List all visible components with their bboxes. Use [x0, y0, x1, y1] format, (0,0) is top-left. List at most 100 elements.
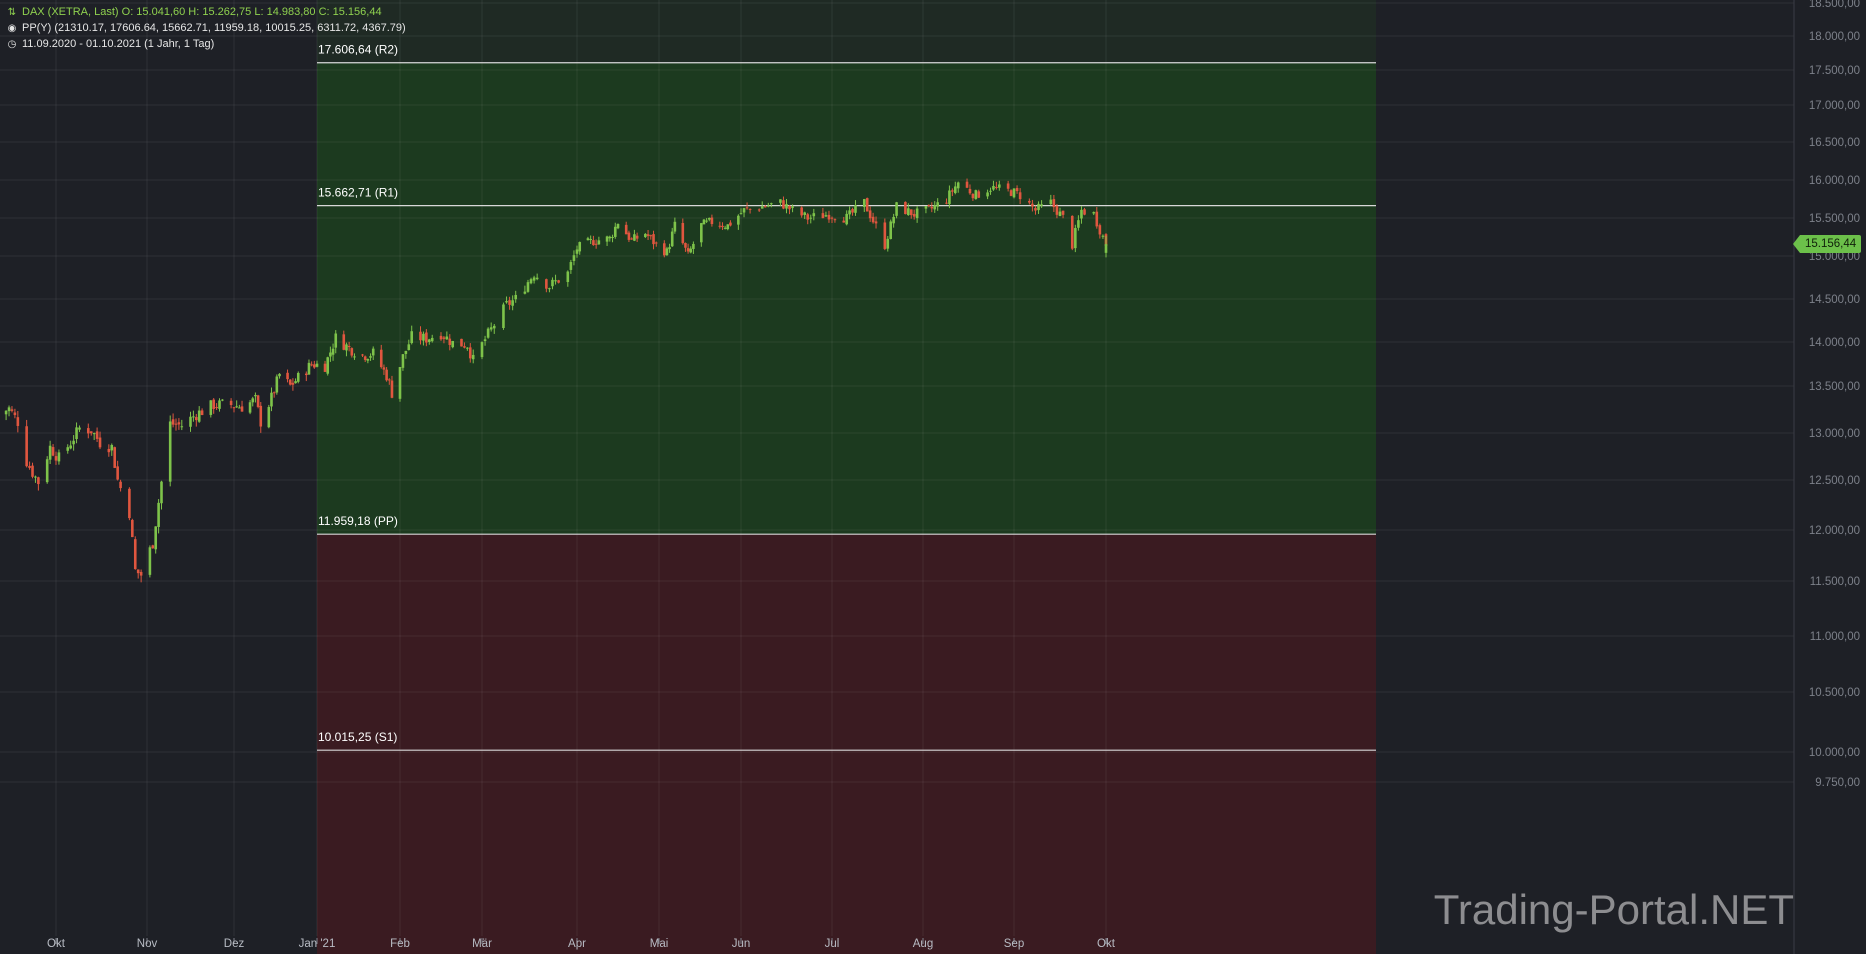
candle-body — [34, 476, 37, 478]
candle-body — [445, 336, 449, 340]
candle-body — [361, 354, 364, 356]
candle-body — [471, 354, 475, 360]
candle-body — [254, 395, 257, 397]
candle-body — [270, 392, 273, 407]
candle-body — [548, 288, 551, 290]
pivot-label-s1: 10.015,25 (S1) — [318, 730, 397, 744]
candle-body — [48, 445, 52, 460]
pivot-label-r2: 17.606,64 (R2) — [318, 43, 398, 57]
candle-body — [200, 410, 204, 416]
candle-body — [868, 210, 872, 219]
candle-body — [1012, 188, 1016, 198]
y-tick-label: 9.750,00 — [1815, 777, 1860, 789]
candle-body — [616, 224, 620, 229]
candle-body — [1083, 209, 1086, 215]
candle-body — [390, 380, 394, 398]
candle-body — [760, 206, 764, 209]
candle-body — [425, 332, 428, 343]
y-tick-label: 16.500,00 — [1809, 137, 1860, 149]
candle-body — [1028, 201, 1031, 203]
candle-body — [529, 279, 533, 284]
candle-body — [275, 376, 279, 393]
candle-body — [345, 344, 348, 351]
candle-body — [526, 282, 530, 292]
candle-body — [419, 331, 422, 341]
candle-body — [851, 209, 854, 213]
candle-body — [278, 373, 281, 377]
candle-body — [151, 545, 155, 549]
period-info[interactable]: ◷ 11.09.2020 - 01.10.2021 (1 Jahr, 1 Tag) — [6, 38, 215, 50]
candle-body — [133, 539, 137, 570]
candle-body — [953, 186, 957, 194]
candle-body — [729, 222, 732, 226]
candle-body — [904, 201, 907, 215]
zone-below-pp — [317, 534, 1376, 954]
price-chart[interactable]: 17.606,64 (R2) 15.662,71 (R1) 11.959,18 (P… — [0, 0, 1866, 954]
candle-body — [930, 206, 934, 209]
x-tick-label: Apr — [568, 938, 586, 950]
candle-body — [770, 203, 773, 205]
candle-body — [251, 398, 255, 403]
pivot-label-pp: 11.959,18 (PP) — [318, 514, 398, 528]
candle-body — [874, 221, 878, 224]
candle-body — [554, 280, 557, 282]
candle-body — [259, 405, 263, 427]
candle-body — [611, 236, 614, 238]
candle-body — [107, 448, 111, 453]
candle-body — [613, 226, 617, 237]
candle-body — [1055, 205, 1059, 215]
candle-body — [256, 395, 260, 407]
candle-body — [45, 459, 49, 483]
candle-body — [662, 243, 666, 256]
candle-body — [382, 367, 386, 370]
candle-body — [310, 364, 313, 366]
candle-body — [489, 327, 493, 330]
candle-body — [189, 416, 192, 427]
candle-body — [649, 235, 653, 237]
candle-body — [235, 406, 238, 408]
candle-body — [288, 379, 292, 385]
candle-body — [195, 417, 198, 421]
candle-body — [1009, 190, 1013, 196]
candle-body — [673, 221, 677, 232]
candle-body — [665, 248, 669, 256]
candle-body — [1018, 192, 1022, 200]
pivot-label-r1: 15.662,71 (R1) — [318, 186, 398, 200]
candle-body — [569, 262, 573, 270]
instrument-ohlc-text: DAX (XETRA, Last) O: 15.041,60 H: 15.262… — [22, 6, 382, 18]
candle-body — [806, 214, 810, 220]
candle-body — [238, 407, 241, 409]
candle-body — [809, 217, 813, 219]
price-axis[interactable]: 18.500,00 18.000,00 17.500,00 17.000,00 16.5… — [1809, 0, 1860, 789]
y-tick-label: 10.500,00 — [1809, 687, 1860, 699]
candle-body — [1037, 203, 1040, 211]
candle-body — [723, 227, 727, 229]
candle-body — [1080, 209, 1083, 219]
candle-body — [532, 277, 536, 281]
candle-body — [597, 240, 601, 245]
candle-body — [624, 224, 628, 235]
indicator-info[interactable]: ◉ PP(Y) (21310.17, 17606.64, 15662.71, 11… — [6, 22, 406, 34]
y-tick-label: 10.000,00 — [1809, 747, 1860, 759]
candle-body — [523, 291, 527, 294]
candle-body — [1092, 212, 1096, 214]
y-tick-label: 12.500,00 — [1809, 475, 1860, 487]
y-tick-label: 12.000,00 — [1809, 525, 1860, 537]
candle-body — [927, 205, 931, 207]
candle-body — [821, 213, 825, 219]
candle-body — [323, 363, 327, 372]
candle-body — [535, 277, 539, 280]
candle-body — [862, 199, 866, 207]
candle-body — [168, 421, 172, 482]
candle-body — [508, 300, 511, 305]
candle-body — [718, 225, 722, 227]
candle-body — [353, 356, 356, 358]
candle-body — [845, 213, 848, 225]
candle-body — [889, 221, 893, 239]
candle-body — [119, 481, 122, 489]
candle-body — [1006, 183, 1010, 189]
candle-body — [686, 248, 690, 252]
candle-body — [998, 184, 1001, 188]
candle-body — [486, 328, 490, 338]
y-tick-label: 15.500,00 — [1809, 213, 1860, 225]
